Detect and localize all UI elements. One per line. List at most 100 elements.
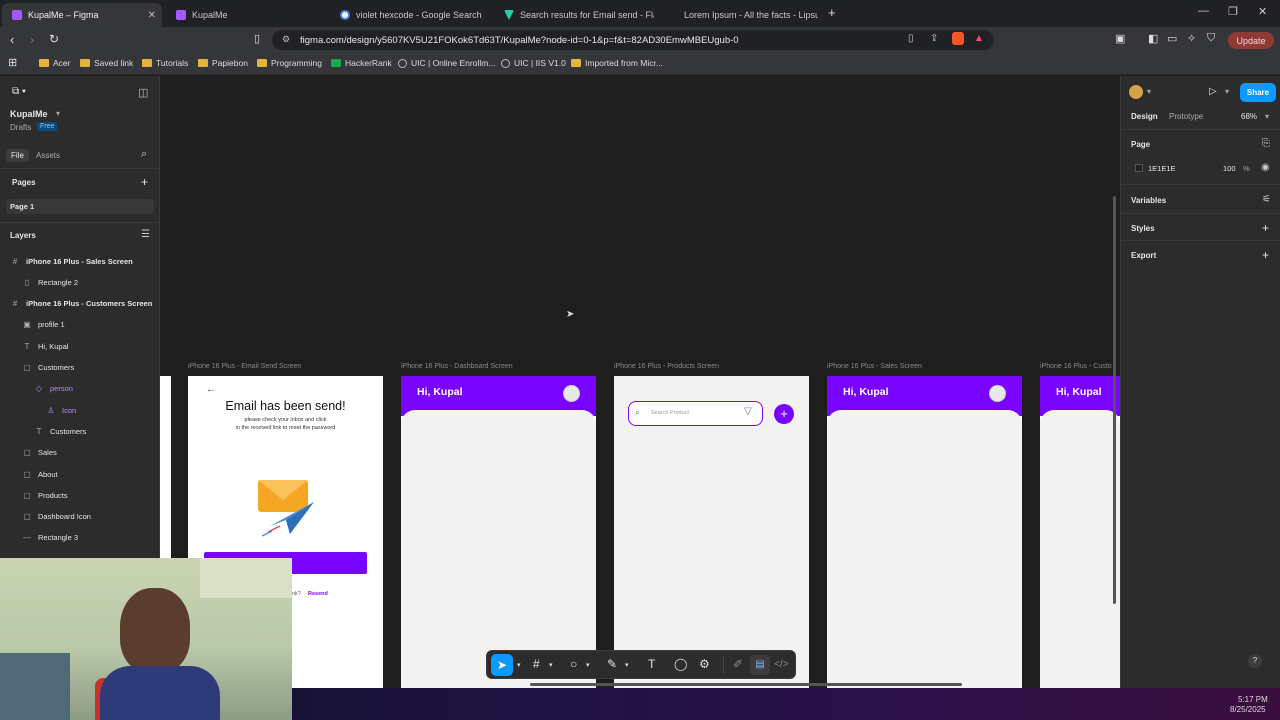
bookmark-imported[interactable]: Imported from Micr... [571,58,663,68]
layer-row[interactable]: ▢ About [0,464,160,484]
close-tab-icon[interactable]: ✕ [148,10,156,21]
layer-row[interactable]: ▣ profile 1 [0,315,160,335]
back-arrow-icon[interactable]: ← [206,384,216,395]
brave-shields-icon[interactable] [952,32,964,45]
share-button[interactable]: Share [1240,83,1276,102]
resend-link[interactable]: Resend [308,591,328,597]
comment-tool-icon[interactable]: ◯ [674,657,687,671]
bookmark-uic-iis[interactable]: UIC | IIS V1.0 [501,58,566,68]
bookmark-programming[interactable]: Programming [257,58,322,68]
copy-icon[interactable]: ▯ [908,33,914,44]
file-name[interactable]: KupalMe [10,109,48,119]
brave-rewards-icon[interactable]: ▲ [974,33,984,44]
sidebar-icon[interactable]: ◧ [1148,32,1158,45]
layer-row[interactable]: # iPhone 16 Plus - Sales Screen [0,251,160,271]
design-mode-icon[interactable]: ▤ [750,655,770,675]
maximize-icon[interactable]: ❐ [1228,5,1238,18]
layers-list-icon[interactable]: ☰ [141,229,150,240]
tab-design[interactable]: Design [1131,112,1158,121]
apps-grid-icon[interactable]: ⊞ [8,56,17,69]
filter-icon[interactable]: ▽ [744,406,752,417]
search-icon[interactable]: ⌕ [141,148,147,161]
avatar[interactable] [1129,85,1143,99]
bookmark-icon[interactable]: ▯ [254,32,260,45]
help-button[interactable]: ? [1248,654,1262,668]
layer-row[interactable]: ▯ Rectangle 2 [0,272,160,292]
chevron-down-icon[interactable]: ▾ [1265,112,1269,121]
chevron-down-icon[interactable]: ▾ [549,661,553,669]
clock-time[interactable]: 5:17 PM [1238,695,1268,704]
add-product-button[interactable]: + [774,404,794,424]
layer-row[interactable]: T Customers [0,421,160,441]
avatar[interactable] [563,385,580,402]
variables-settings-icon[interactable]: ⚟ [1262,194,1271,205]
tab-kupalme-figma[interactable]: KupalMe – Figma ✕ [2,3,162,27]
clock-date[interactable]: 8/25/2025 [1230,705,1266,714]
layer-row[interactable]: ▢ Sales [0,443,160,463]
chevron-down-icon[interactable]: ▾ [1147,87,1151,96]
page-color-hex[interactable]: 1E1E1E [1148,164,1176,173]
layer-row[interactable]: # iPhone 16 Plus - Customers Screen [0,294,160,314]
back-icon[interactable]: ‹ [10,32,14,47]
bookmark-uic-enrollment[interactable]: UIC | Online Enrollm... [398,58,495,68]
page-options-icon[interactable]: ⎘ [1262,138,1270,149]
actions-tool-icon[interactable]: ⚙ [699,657,710,671]
figma-canvas[interactable]: ➤ iPhone 16 Plus - Email Send Screen ← E… [160,76,1120,688]
page-item-page-1[interactable]: Page 1 [6,199,154,214]
pen-tool-icon[interactable]: ✎ [607,657,617,671]
tab-flaticon[interactable]: Search results for Email send - Flatic [494,3,654,27]
chevron-down-icon[interactable]: ▾ [517,661,521,669]
forward-icon[interactable]: › [30,32,34,47]
frame-label-sales[interactable]: iPhone 16 Plus - Sales Screen [827,363,922,370]
page-opacity[interactable]: 100 [1223,164,1236,173]
layer-row[interactable]: ▢ Dashboard Icon [0,507,160,527]
bookmark-acer[interactable]: Acer [39,58,70,68]
chevron-down-icon[interactable]: ▾ [625,661,629,669]
leo-ai-icon[interactable]: ✧ [1187,32,1196,45]
variables-heading[interactable]: Variables [1131,196,1166,205]
present-play-icon[interactable]: ▷ [1209,86,1217,97]
frame-dashboard-screen[interactable]: Hi, Kupal [401,376,596,688]
layer-row[interactable]: ▢ Customers [0,358,160,378]
address-bar[interactable]: ⚙ figma.com/design/y5607KV5U21FOKok6Td63… [272,30,994,50]
bookmark-saved-link[interactable]: Saved link [80,58,133,68]
tab-prototype[interactable]: Prototype [1169,112,1203,121]
move-tool-icon[interactable]: ➤ [491,654,513,676]
frame-sales-screen[interactable]: Hi, Kupal [827,376,1022,688]
frame-label-email[interactable]: iPhone 16 Plus - Email Send Screen [188,363,301,370]
zoom-level[interactable]: 68% [1241,112,1257,121]
shape-tool-icon[interactable]: ○ [570,657,577,671]
text-tool-icon[interactable]: T [648,657,655,671]
frame-label-products[interactable]: iPhone 16 Plus - Products Screen [614,363,719,370]
vpn-shield-icon[interactable]: ⛉ [1207,32,1215,45]
screenshot-icon[interactable]: ▣ [1115,32,1125,45]
layer-row[interactable]: — Rectangle 3 [0,528,160,548]
new-tab-button[interactable]: + [828,5,836,20]
frame-tool-icon[interactable]: # [533,657,540,671]
panel-toggle-icon[interactable]: ◫ [138,86,148,99]
share-page-icon[interactable]: ⇪ [930,33,938,44]
site-info-icon[interactable]: ⚙ [282,34,290,45]
drafts-label[interactable]: Drafts [10,123,31,132]
draw-mode-icon[interactable]: ✐ [733,657,743,671]
frame-customers-screen[interactable]: Hi, Kupal [1040,376,1120,688]
layer-row[interactable]: T Hi, Kupal [0,336,160,356]
minimize-icon[interactable]: — [1198,5,1209,17]
chevron-down-icon[interactable]: ▾ [586,661,590,669]
avatar[interactable] [989,385,1006,402]
file-menu-chevron-icon[interactable]: ▾ [56,109,60,118]
layer-row[interactable]: ▢ Products [0,485,160,505]
horizontal-scrollbar[interactable] [530,683,962,686]
reload-icon[interactable]: ↻ [49,32,59,46]
frame-products-screen[interactable]: ⌕ Search Product ▽ + [614,376,809,688]
bookmark-papiebon[interactable]: Papiebon [198,58,248,68]
add-style-icon[interactable]: + [1262,221,1269,235]
tab-kupalme[interactable]: KupalMe [166,3,326,27]
vertical-scrollbar[interactable] [1113,196,1116,604]
layer-row[interactable]: ◇ person [0,379,160,399]
figma-main-menu-icon[interactable]: ⧉ ▾ [12,86,26,97]
layer-row[interactable]: ♙ Icon [0,400,160,420]
color-swatch[interactable] [1135,164,1143,172]
search-product-input[interactable]: ⌕ Search Product ▽ [628,401,763,426]
eye-icon[interactable]: ◉ [1261,162,1270,173]
